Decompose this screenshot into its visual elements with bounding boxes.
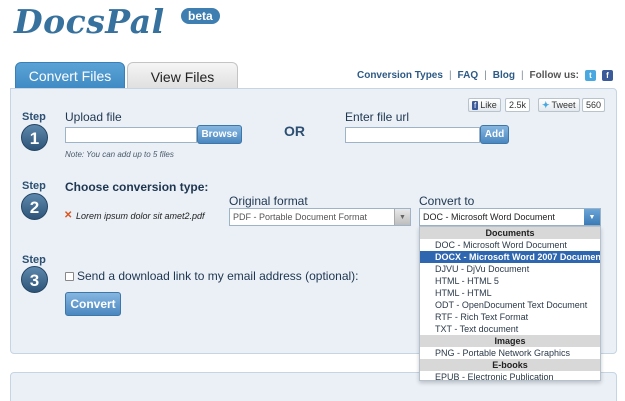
dropdown-option[interactable]: EPUB - Electronic Publication — [420, 371, 600, 383]
convert-to-value: DOC - Microsoft Word Document — [423, 212, 555, 222]
conversion-type-heading: Choose conversion type: — [65, 180, 209, 194]
dropdown-option[interactable]: HTML - HTML — [420, 287, 600, 299]
dropdown-option[interactable]: RTF - Rich Text Format — [420, 311, 600, 323]
beta-badge: beta — [181, 8, 220, 24]
upload-note: Note: You can add up to 5 files — [65, 150, 174, 159]
uploaded-file-name: Lorem ipsum dolor sit amet2.pdf — [76, 211, 205, 221]
tweet-count: 560 — [582, 98, 606, 112]
original-format-value: PDF - Portable Document Format — [233, 212, 368, 222]
tab-view-files[interactable]: View Files — [127, 62, 238, 90]
convert-to-dropdown: Documents DOC - Microsoft Word Document DO… — [419, 226, 601, 383]
file-url-input[interactable] — [345, 127, 480, 143]
dropdown-group-documents: Documents — [420, 227, 600, 239]
original-format-label: Original format — [229, 194, 308, 208]
docspal-logo[interactable]: DocsPal — [14, 2, 165, 41]
email-link-checkbox[interactable] — [65, 272, 74, 281]
step-label: Step — [22, 111, 46, 123]
add-url-button[interactable]: Add — [480, 125, 509, 144]
chevron-down-icon: ▼ — [584, 209, 600, 225]
nav-conversion-types[interactable]: Conversion Types — [357, 70, 443, 81]
top-nav: Conversion Types | FAQ | Blog | Follow u… — [357, 70, 613, 81]
chevron-down-icon: ▼ — [394, 209, 410, 225]
tab-convert-files[interactable]: Convert Files — [15, 62, 125, 90]
convert-button[interactable]: Convert — [65, 292, 121, 316]
nav-separator: | — [520, 70, 524, 81]
like-count: 2.5k — [505, 98, 531, 112]
email-link-label: Send a download link to my email address… — [77, 269, 359, 283]
dropdown-option[interactable]: DOC - Microsoft Word Document — [420, 239, 600, 251]
upload-file-label: Upload file — [65, 110, 122, 124]
twitter-bird-icon: ✦ — [542, 99, 550, 110]
follow-us-label: Follow us: — [529, 70, 579, 81]
like-label: Like — [480, 100, 497, 110]
dropdown-group-images: Images — [420, 335, 600, 347]
nav-faq[interactable]: FAQ — [458, 70, 479, 81]
step-label: Step — [22, 180, 46, 192]
or-separator: OR — [284, 123, 305, 139]
dropdown-option[interactable]: HTML - HTML 5 — [420, 275, 600, 287]
file-url-label: Enter file url — [345, 110, 410, 124]
dropdown-option[interactable]: DJVU - DjVu Document — [420, 263, 600, 275]
dropdown-group-e-books: E-books — [420, 359, 600, 371]
original-format-select[interactable]: PDF - Portable Document Format ▼ — [229, 208, 411, 226]
dropdown-option[interactable]: TXT - Text document — [420, 323, 600, 335]
browse-button[interactable]: Browse — [197, 125, 242, 144]
nav-separator: | — [484, 70, 487, 81]
upload-file-input[interactable] — [65, 127, 197, 143]
nav-blog[interactable]: Blog — [493, 70, 515, 81]
step-2-badge: 2 — [21, 193, 48, 220]
facebook-icon: f — [472, 100, 479, 110]
tweet-label: Tweet — [551, 100, 576, 110]
step-label: Step — [22, 254, 46, 266]
step-3-badge: 3 — [21, 266, 48, 293]
tweet-button[interactable]: ✦ Tweet — [538, 98, 580, 112]
twitter-icon[interactable]: t — [585, 70, 596, 81]
dropdown-option[interactable]: DOCX - Microsoft Word 2007 Document — [420, 251, 600, 263]
remove-file-icon[interactable]: ✕ — [64, 210, 72, 221]
dropdown-option[interactable]: PNG - Portable Network Graphics — [420, 347, 600, 359]
docspal-page: DocsPal beta Convert Files View Files Co… — [0, 0, 625, 401]
dropdown-option[interactable]: ODT - OpenDocument Text Document — [420, 299, 600, 311]
nav-separator: | — [448, 70, 452, 81]
convert-to-label: Convert to — [419, 194, 475, 208]
convert-to-select[interactable]: DOC - Microsoft Word Document ▼ — [419, 208, 601, 226]
facebook-icon[interactable]: f — [602, 70, 613, 81]
step-1-badge: 1 — [21, 124, 48, 151]
facebook-like-button[interactable]: f Like — [468, 98, 501, 112]
